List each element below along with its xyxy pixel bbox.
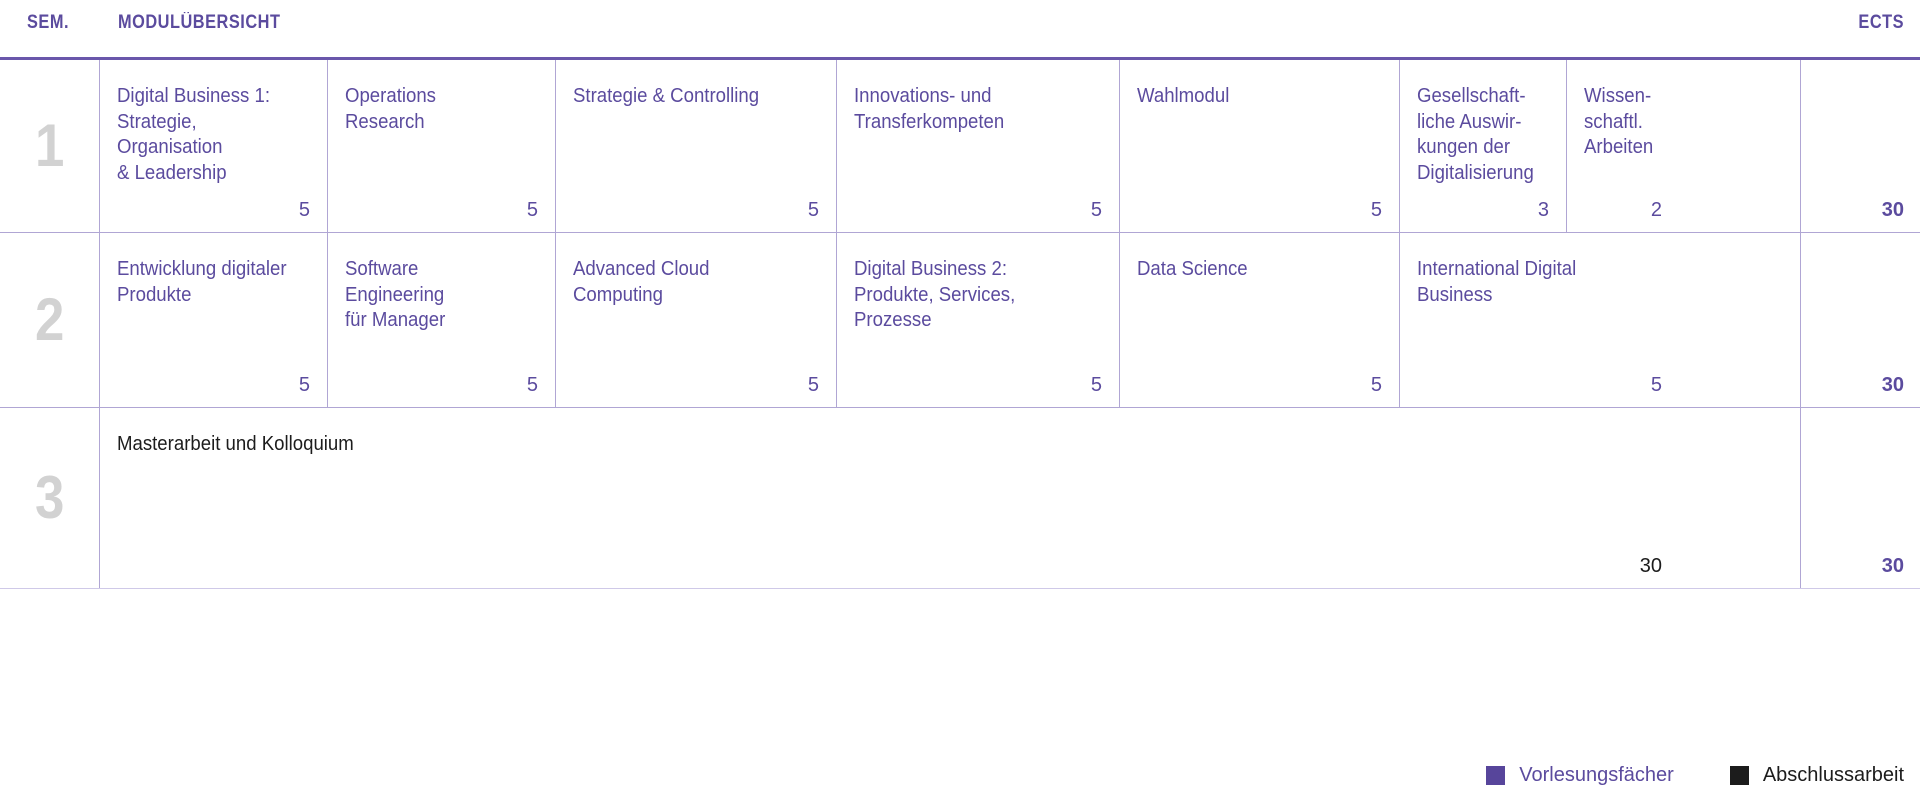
semester-number-cell: 3 xyxy=(0,408,99,588)
module-ects-value: 5 xyxy=(1090,199,1102,221)
header-module-label: MODULÜBERSICHT xyxy=(118,12,281,33)
legend: Vorlesungsfächer Abschlussarbeit xyxy=(1486,764,1904,787)
module-title: Digital Business 2: Produkte, Services, … xyxy=(854,258,1016,332)
module-ects-value: 5 xyxy=(526,199,538,221)
module-title: Software Engineering für Manager xyxy=(345,258,446,332)
curriculum-grid: 1 Digital Business 1: Strategie, Organisa… xyxy=(0,57,1920,589)
header-ects-label: ECTS xyxy=(1858,12,1904,33)
module-title: Wissen- schaftl. Arbeiten xyxy=(1584,85,1654,159)
semester-total-ects: 30 xyxy=(1881,555,1904,577)
module-ects-value: 5 xyxy=(1370,199,1382,221)
legend-swatch-icon xyxy=(1729,766,1749,785)
semester-number: 1 xyxy=(34,112,65,179)
module-title: Masterarbeit und Kolloquium xyxy=(117,433,354,455)
module-title: Data Science xyxy=(1137,258,1248,280)
legend-label: Abschlussarbeit xyxy=(1762,764,1904,786)
module-ects-value: 30 xyxy=(1639,555,1662,577)
module-title: Entwicklung digitaler Produkte xyxy=(117,258,287,306)
module-title: Digital Business 1: Strategie, Organisat… xyxy=(117,85,271,184)
module-cells: Masterarbeit und Kolloquium 30 xyxy=(99,408,1800,588)
module-ects-value: 2 xyxy=(1650,199,1662,221)
module-cell[interactable]: Entwicklung digitaler Produkte 5 xyxy=(99,233,327,407)
module-cells: Digital Business 1: Strategie, Organisat… xyxy=(99,60,1800,232)
module-ects-value: 5 xyxy=(807,199,819,221)
table-header: SEM. MODULÜBERSICHT ECTS xyxy=(0,0,1920,57)
module-cell[interactable]: Data Science 5 xyxy=(1119,233,1399,407)
module-cell[interactable]: Digital Business 2: Produkte, Services, … xyxy=(836,233,1119,407)
module-cell[interactable]: International Digital Business 5 xyxy=(1399,233,1679,407)
module-title: Innovations- und Transferkompeten xyxy=(854,85,1005,133)
module-cell[interactable]: Innovations- und Transferkompeten 5 xyxy=(836,60,1119,232)
semester-row: 3 Masterarbeit und Kolloquium 30 30 xyxy=(0,408,1920,588)
module-title: Strategie & Controlling xyxy=(573,85,760,107)
module-ects-value: 5 xyxy=(1370,374,1382,396)
module-cell[interactable]: Wissen- schaftl. Arbeiten 2 xyxy=(1566,60,1679,232)
legend-item: Vorlesungsfächer xyxy=(1486,764,1674,787)
semester-number: 3 xyxy=(34,464,65,531)
semester-total-cell: 30 xyxy=(1800,408,1920,588)
module-cells: Entwicklung digitaler Produkte 5 Software … xyxy=(99,233,1800,407)
module-cell[interactable]: Gesellschaft- liche Auswir- kungen der D… xyxy=(1399,60,1566,232)
module-ects-value: 5 xyxy=(298,199,310,221)
module-cell[interactable]: Software Engineering für Manager 5 xyxy=(327,233,555,407)
thesis-module-cell[interactable]: Masterarbeit und Kolloquium 30 xyxy=(99,408,1679,588)
module-ects-value: 5 xyxy=(1650,374,1662,396)
module-ects-value: 5 xyxy=(807,374,819,396)
legend-swatch-icon xyxy=(1486,766,1506,785)
module-cell[interactable]: Digital Business 1: Strategie, Organisat… xyxy=(99,60,327,232)
semester-number-cell: 1 xyxy=(0,60,99,232)
module-title: Advanced Cloud Computing xyxy=(573,258,710,306)
curriculum-overview-page: SEM. MODULÜBERSICHT ECTS 1 Digital Busine… xyxy=(0,0,1920,799)
module-cell[interactable]: Strategie & Controlling 5 xyxy=(555,60,836,232)
module-title: Gesellschaft- liche Auswir- kungen der D… xyxy=(1417,85,1534,184)
semester-row: 2 Entwicklung digitaler Produkte 5 Software… xyxy=(0,233,1920,408)
legend-item: Abschlussarbeit xyxy=(1729,764,1904,787)
semester-total-cell: 30 xyxy=(1800,233,1920,407)
module-ects-value: 3 xyxy=(1537,199,1549,221)
module-title: Wahlmodul xyxy=(1137,85,1230,107)
module-ects-value: 5 xyxy=(298,374,310,396)
header-semester-label: SEM. xyxy=(27,12,70,33)
semester-total-cell: 30 xyxy=(1800,60,1920,232)
module-ects-value: 5 xyxy=(1090,374,1102,396)
semester-number-cell: 2 xyxy=(0,233,99,407)
semester-row: 1 Digital Business 1: Strategie, Organisa… xyxy=(0,60,1920,233)
module-cell[interactable]: Operations Research 5 xyxy=(327,60,555,232)
module-ects-value: 5 xyxy=(526,374,538,396)
semester-total-ects: 30 xyxy=(1881,374,1904,396)
legend-label: Vorlesungsfächer xyxy=(1519,764,1674,786)
module-cell[interactable]: Advanced Cloud Computing 5 xyxy=(555,233,836,407)
semester-number: 2 xyxy=(34,286,65,353)
semester-total-ects: 30 xyxy=(1881,199,1904,221)
module-cell[interactable]: Wahlmodul 5 xyxy=(1119,60,1399,232)
module-title: International Digital Business xyxy=(1417,258,1577,306)
module-title: Operations Research xyxy=(345,85,436,133)
